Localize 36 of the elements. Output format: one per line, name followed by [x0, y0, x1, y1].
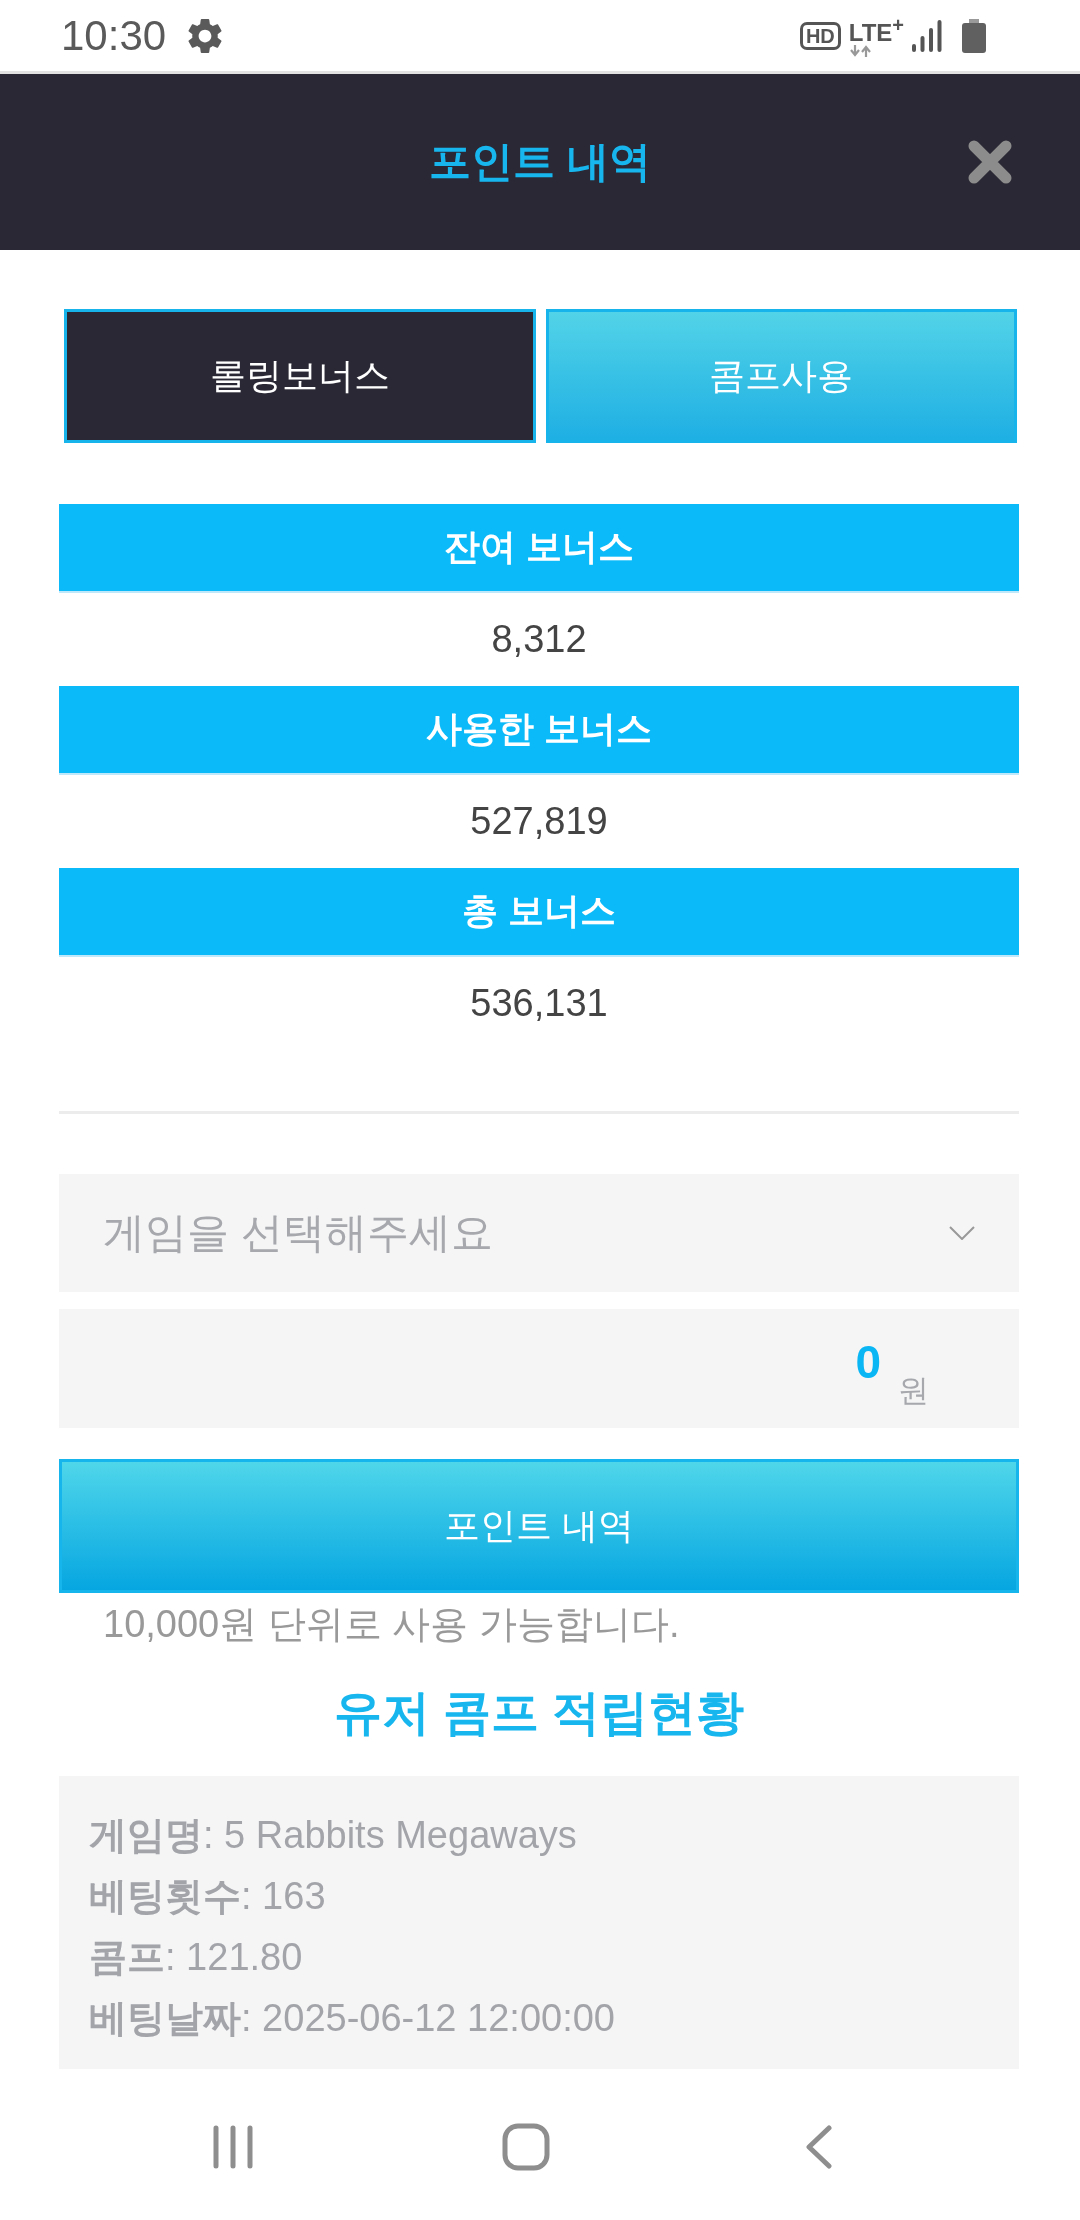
screen-title: 포인트 내역 [429, 137, 651, 187]
amount-value: 0 [855, 1339, 881, 1385]
close-button[interactable] [966, 138, 1014, 186]
home-icon [501, 2123, 550, 2171]
summary-value: 527,819 [469, 799, 609, 844]
close-icon [966, 138, 1014, 186]
summary-value: 536,131 [469, 981, 609, 1026]
usage-note: 10,000원 단위로 사용 가능합니다. [102, 1602, 681, 1647]
summary-header: 잔여 보너스 [59, 504, 1019, 593]
game-select[interactable]: 게임을 선택해주세요 [59, 1174, 1019, 1292]
info-line: 베팅횟수: 163 [89, 1874, 327, 1919]
status-time: 10:30 [61, 14, 167, 57]
currency-unit: 원 [898, 1375, 929, 1407]
info-line: 콤프: 121.80 [89, 1935, 304, 1980]
recent-apps-icon [212, 2125, 253, 2169]
data-arrows-icon [848, 44, 873, 57]
summary-value: 8,312 [490, 617, 588, 662]
chevron-down-icon [949, 1226, 975, 1240]
network-type: LTE$^{+}$ [848, 14, 904, 45]
summary-header: 사용한 보너스 [59, 686, 1019, 775]
gear-icon [188, 18, 223, 53]
home-button[interactable] [501, 2123, 550, 2171]
amount-field[interactable]: 0 원 [59, 1309, 1019, 1428]
tab[interactable]: 콤프사용 [545, 309, 1017, 443]
battery-icon [962, 18, 986, 53]
recent-apps-button[interactable] [212, 2125, 253, 2169]
summary-header: 총 보너스 [59, 868, 1019, 957]
section-title: 유저 콤프 적립현황 [332, 1685, 746, 1741]
back-button[interactable] [805, 2125, 832, 2169]
info-line: 게임명: 5 Rabbits Megaways [89, 1813, 578, 1858]
point-history-button[interactable]: 포인트 내역 [59, 1459, 1019, 1593]
hd-voice-badge: HD [799, 21, 841, 50]
info-line: 베팅날짜: 2025-06-12 12:00:00 [89, 1996, 616, 2041]
back-icon [805, 2125, 832, 2169]
signal-icon [912, 19, 942, 52]
tab[interactable]: 롤링보너스 [64, 309, 536, 443]
